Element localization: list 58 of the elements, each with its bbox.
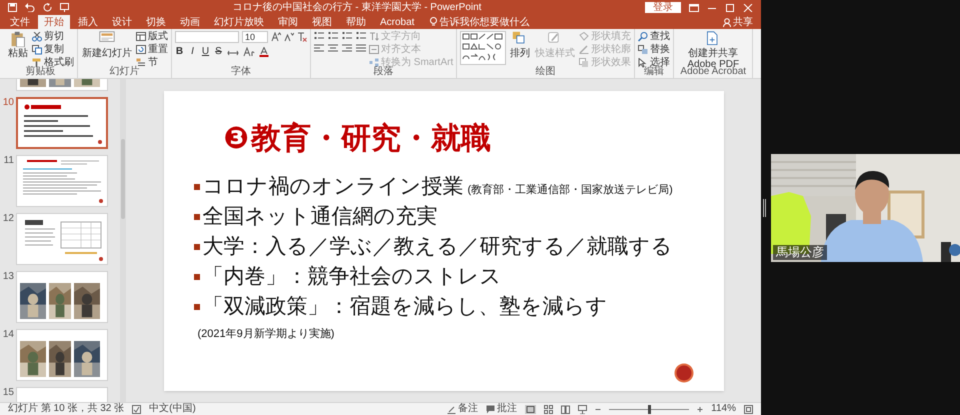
comments-button[interactable]: 批注 xyxy=(486,403,518,415)
slide-number: 11 xyxy=(2,155,14,167)
bullet-note: (教育部・工業通信部・国家放送テレビ局) xyxy=(468,182,673,196)
ribbon-tab[interactable]: 幻灯片放映 xyxy=(208,15,270,29)
bullet-text: 全国ネット通信網の充実 xyxy=(202,204,438,228)
bullet-text: コロナ禍のオンライン授業 xyxy=(202,174,464,198)
zoom-level[interactable]: 114% xyxy=(711,403,736,415)
group-label: Adobe Acrobat xyxy=(679,67,748,77)
slide-number: 13 xyxy=(2,271,14,283)
ribbon-tab[interactable]: 审阅 xyxy=(272,15,304,29)
ribbon-tab[interactable]: 插入 xyxy=(72,15,104,29)
sign-in-button[interactable]: 登录 xyxy=(645,2,681,13)
ribbon-button[interactable]: 复制 xyxy=(32,44,74,56)
format-button[interactable]: U xyxy=(201,46,210,57)
ribbon-tab[interactable]: 设计 xyxy=(106,15,138,29)
ribbon-button[interactable]: 重置 xyxy=(136,44,168,56)
ribbon-tab[interactable]: 动画 xyxy=(174,15,206,29)
slide-title: 教育・研究・就職 xyxy=(250,120,491,156)
group-label: 绘图 xyxy=(534,67,557,77)
bullet-text: 大学：入る／学ぶ／教える／研究する／就職する xyxy=(202,234,672,258)
notes-button[interactable]: 备注 xyxy=(447,403,478,415)
group-label: 剪贴板 xyxy=(24,67,56,77)
format-button[interactable]: B xyxy=(175,46,184,57)
ribbon-button[interactable]: 替换 xyxy=(638,44,670,56)
font-size-field[interactable]: 10 xyxy=(242,31,268,43)
slide-position: 幻灯片 第 10 张，共 32 张 xyxy=(8,403,124,415)
ribbon-button[interactable]: 排列 xyxy=(509,31,532,59)
ribbon-tab[interactable]: 文件 xyxy=(4,15,36,29)
ribbon-button[interactable]: 节 xyxy=(136,57,168,69)
slide-number: 14 xyxy=(2,329,14,341)
group-label: 段落 xyxy=(372,67,394,77)
ribbon-tab[interactable]: Acrobat xyxy=(374,15,420,29)
ribbon-button[interactable]: 粘贴 xyxy=(7,31,29,59)
tell-me-field[interactable]: 告诉我你想要做什么 xyxy=(439,16,550,28)
bullet-text: 「双減政策」：宿題を減らし、塾を減らす xyxy=(202,294,608,318)
slide-number: 12 xyxy=(2,213,14,225)
ribbon-tab[interactable]: 开始 xyxy=(38,15,70,29)
title-number: ❸ xyxy=(224,120,249,156)
format-button[interactable]: S xyxy=(214,46,223,57)
participant-name: 馬場公彦 xyxy=(773,244,827,260)
share-button[interactable]: 共享 xyxy=(719,15,757,29)
ribbon-button[interactable]: 版式 xyxy=(136,31,168,43)
slide-number: 10 xyxy=(2,97,14,109)
ribbon-button[interactable]: 剪切 xyxy=(32,31,74,43)
ribbon-button[interactable]: 查找 xyxy=(638,31,670,43)
format-button[interactable]: I xyxy=(188,46,197,57)
ribbon-tab[interactable]: 视图 xyxy=(306,15,338,29)
ribbon-tab[interactable]: 切换 xyxy=(140,15,172,29)
ribbon-tab[interactable]: 帮助 xyxy=(340,15,372,29)
window-title: コロナ後の中国社会の行方 - 東洋学園大学 - PowerPoint xyxy=(232,2,482,14)
bullet-text: 「内巻」：競争社会のストレス xyxy=(202,264,502,288)
group-label: 字体 xyxy=(230,67,252,77)
slide-number: 15 xyxy=(2,387,14,399)
bullet-note: (2021年9月新学期より実施) xyxy=(198,326,334,340)
group-label: 幻灯片 xyxy=(108,67,140,77)
ribbon-button[interactable]: 新建幻灯片 xyxy=(81,31,133,59)
group-label: 编辑 xyxy=(643,67,664,77)
language-label[interactable]: 中文(中国) xyxy=(149,403,196,415)
